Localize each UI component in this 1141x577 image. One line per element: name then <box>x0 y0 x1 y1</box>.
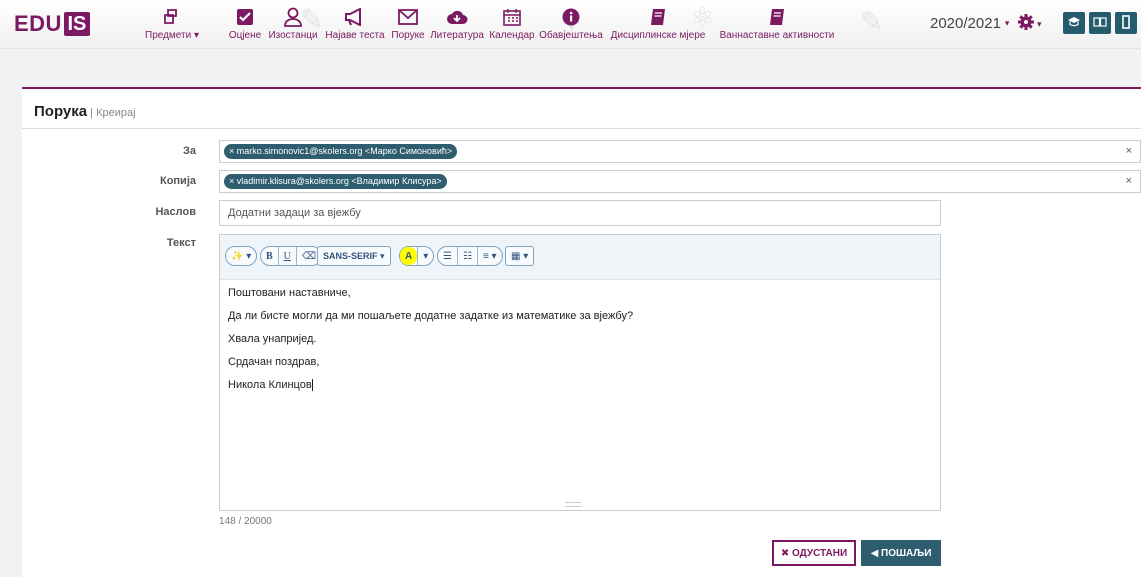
logout-button[interactable] <box>1115 12 1137 34</box>
nav-messages[interactable]: Поруке <box>390 6 426 41</box>
send-button[interactable]: ◀ ПОШАЉИ <box>861 540 941 566</box>
align-button[interactable]: ≡ ▾ <box>476 247 502 265</box>
to-field[interactable]: × marko.simonovic1@skolers.org <Марко Си… <box>219 140 1141 163</box>
nav-grades[interactable]: Оцјене <box>228 6 262 41</box>
logo[interactable]: EDU IS <box>14 11 90 36</box>
message-line-signature: Никола Клинцов <box>228 379 313 392</box>
chevron-down-icon[interactable]: ▾ <box>417 247 433 265</box>
to-label: За <box>182 145 196 157</box>
message-line: Срдачан поздрав, <box>228 356 320 368</box>
text-cursor <box>311 379 313 392</box>
cc-label: Копија <box>159 175 196 187</box>
subjects-icon <box>162 6 182 28</box>
book-open-icon <box>1093 16 1107 31</box>
magic-wand-button[interactable]: ✨ ▾ <box>226 247 256 265</box>
page-title: Порука | Креирај <box>34 103 136 120</box>
cloud-download-icon <box>446 6 468 28</box>
character-counter: 148 / 20000 <box>219 516 272 527</box>
graduation-cap-icon <box>1067 16 1081 31</box>
text-label: Текст <box>166 237 196 249</box>
megaphone-icon <box>344 6 366 28</box>
rich-text-editor[interactable]: ✨ ▾ B U ⌫ SANS-SERIF ▾ A ▾ ☰ ☷ ≡ ▾ ▦ ▾ П… <box>219 234 941 511</box>
check-square-icon <box>236 6 254 28</box>
cancel-button[interactable]: ✖ ОДУСТАНИ <box>772 540 856 566</box>
table-group: ▦ ▾ <box>505 246 535 266</box>
nav-extracurricular[interactable]: Ваннаставне активности <box>714 6 840 41</box>
message-body[interactable]: Поштовани наставниче, Да ли бисте могли … <box>228 287 633 402</box>
nav-disciplinary[interactable]: Дисциплинске мјере <box>606 6 710 41</box>
style-group: ✨ ▾ <box>225 246 258 266</box>
message-line: Поштовани наставниче, <box>228 287 351 299</box>
clear-icon[interactable]: × <box>1126 175 1132 187</box>
message-compose-card: Порука | Креирај За × marko.simonovic1@s… <box>22 87 1141 577</box>
underline-button[interactable]: U <box>277 247 296 265</box>
nav-absences[interactable]: Изостанци <box>266 6 320 41</box>
door-icon <box>1121 14 1131 32</box>
subject-input[interactable]: Додатни задаци за вјежбу <box>219 200 941 226</box>
envelope-icon <box>398 6 418 28</box>
list-group: ☰ ☷ ≡ ▾ <box>437 246 503 266</box>
nav-test-announcements[interactable]: Најаве теста <box>324 6 386 41</box>
nav-subjects[interactable]: Предмети ▾ <box>120 6 224 41</box>
message-line: Хвала унапријед. <box>228 333 317 345</box>
gear-icon <box>1017 13 1035 36</box>
message-line: Да ли бисте могли да ми пошаљете додатне… <box>228 310 634 322</box>
color-group: A ▾ <box>399 246 435 266</box>
editor-toolbar: ✨ ▾ B U ⌫ SANS-SERIF ▾ A ▾ ☰ ☷ ≡ ▾ ▦ ▾ <box>220 235 940 280</box>
chevron-down-icon: ▾ <box>1037 19 1042 29</box>
cc-recipient-tag[interactable]: × vladimir.klisura@skolers.org <Владимир… <box>224 174 447 189</box>
settings-menu[interactable]: ▾ <box>1017 13 1042 36</box>
divider <box>22 128 1141 129</box>
logo-text: EDU <box>14 11 62 36</box>
school-year-select[interactable]: 2020/2021 ▾ <box>930 15 1009 32</box>
table-button[interactable]: ▦ ▾ <box>506 247 533 265</box>
user-icon <box>283 6 303 28</box>
page-subtitle: Креирај <box>96 107 136 119</box>
nav-calendar[interactable]: Календар <box>488 6 536 41</box>
book-open-button[interactable] <box>1089 12 1111 34</box>
subject-label: Наслов <box>155 206 196 218</box>
bold-button[interactable]: B <box>261 247 278 265</box>
nav-notifications[interactable]: Обавјештења <box>539 6 603 41</box>
logo-box: IS <box>63 12 90 36</box>
top-navbar: ✎ ✦ ⚛ ✎ EDU IS Предмети ▾ Оцјене Изостан… <box>0 0 1141 49</box>
book-icon <box>769 6 785 28</box>
text-color-button[interactable]: A <box>400 247 418 265</box>
nav-literature[interactable]: Литература <box>430 6 484 41</box>
recipient-tag[interactable]: × marko.simonovic1@skolers.org <Марко Си… <box>224 144 458 159</box>
font-family-select[interactable]: SANS-SERIF ▾ <box>318 247 390 265</box>
ordered-list-button[interactable]: ☷ <box>456 247 477 265</box>
main-nav: Предмети ▾ Оцјене Изостанци Најаве теста… <box>120 6 844 41</box>
cc-field[interactable]: × vladimir.klisura@skolers.org <Владимир… <box>219 170 1141 193</box>
background-doodle-icon: ✎ <box>860 6 884 37</box>
format-group: B U ⌫ <box>260 246 323 266</box>
info-icon <box>562 6 580 28</box>
graduation-button[interactable] <box>1063 12 1085 34</box>
calendar-icon <box>503 6 521 28</box>
chevron-down-icon: ▾ <box>1004 18 1010 28</box>
font-group: SANS-SERIF ▾ <box>317 246 391 266</box>
unordered-list-button[interactable]: ☰ <box>438 247 457 265</box>
resize-handle[interactable] <box>565 502 581 507</box>
book-icon <box>650 6 666 28</box>
clear-icon[interactable]: × <box>1126 145 1132 157</box>
